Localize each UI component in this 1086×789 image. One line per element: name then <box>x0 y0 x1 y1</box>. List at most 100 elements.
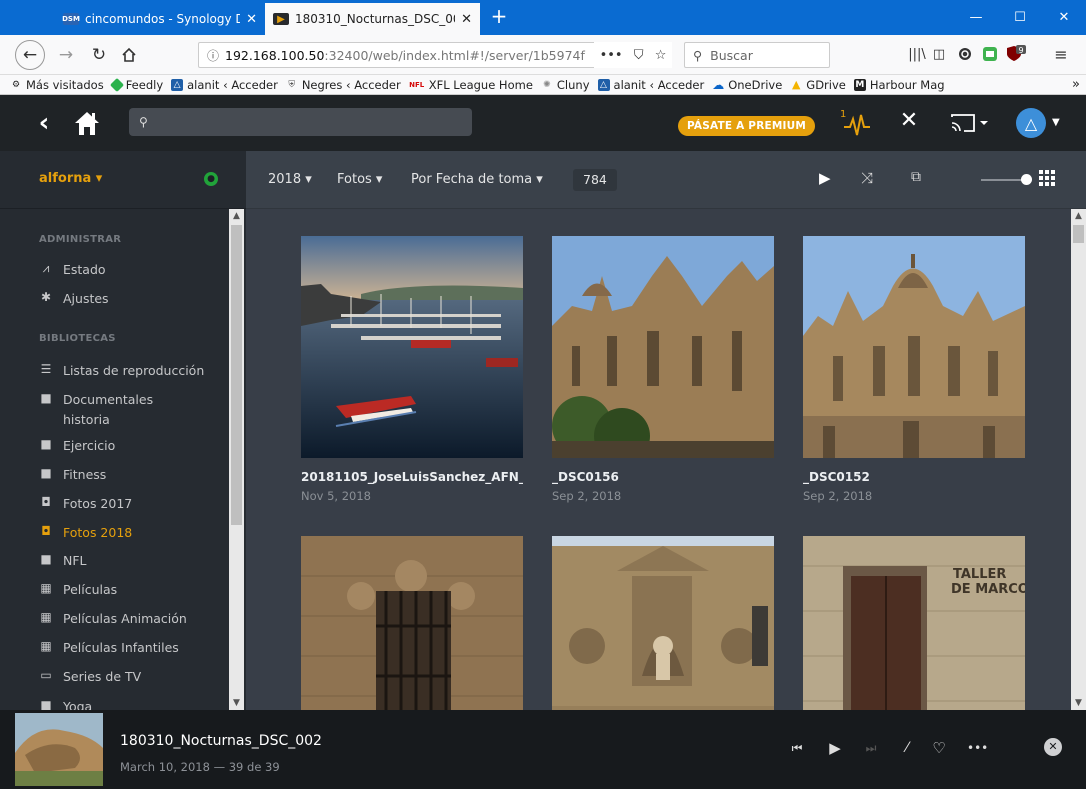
bookmark-gdrive[interactable]: ▲ GDrive <box>790 78 846 92</box>
scroll-up-icon[interactable]: ▲ <box>229 209 244 223</box>
previous-icon[interactable]: ⏮ <box>787 738 807 758</box>
sidebar-item-fitness[interactable]: ■ Fitness <box>39 465 224 485</box>
scroll-up-icon[interactable]: ▲ <box>1071 209 1086 223</box>
bookmark-harbour[interactable]: M Harbour Mag <box>853 78 945 92</box>
more-icon[interactable]: ••• <box>967 738 988 758</box>
sort-filter[interactable]: Por Fecha de toma ▾ <box>411 172 543 187</box>
sidebar-icon[interactable]: ◫ <box>928 43 950 65</box>
photo-thumbnail[interactable] <box>301 536 523 710</box>
photo-thumbnail[interactable] <box>552 536 774 710</box>
tab-synology[interactable]: DSM cincomundos - Synology DiskS ✕ <box>55 3 265 35</box>
menu-icon[interactable]: ≡ <box>1050 43 1072 65</box>
close-window-icon[interactable]: ✕ <box>1042 0 1086 35</box>
search-input[interactable]: ⚲ Buscar <box>684 42 830 68</box>
now-playing-thumbnail[interactable] <box>15 713 103 786</box>
bookmark-xfl[interactable]: NFL XFL League Home <box>409 78 533 92</box>
sidebar-item-peliculas-animacion[interactable]: ▦ Películas Animación <box>39 609 224 629</box>
minimize-icon[interactable]: — <box>954 0 998 35</box>
sidebar-item-ejercicio[interactable]: ■ Ejercicio <box>39 436 224 456</box>
user-avatar[interactable]: △ <box>1016 108 1046 138</box>
cluny-icon: ✺ <box>543 79 551 90</box>
photo-thumbnail[interactable] <box>301 236 523 458</box>
sidebar-item-peliculas-infantiles[interactable]: ▦ Películas Infantiles <box>39 638 224 658</box>
addon-c-icon[interactable] <box>954 43 976 65</box>
close-player-icon[interactable]: ✕ <box>1044 738 1062 756</box>
sidebar-item-listas[interactable]: ☰ Listas de reproducción <box>39 361 224 381</box>
photo-thumbnail[interactable] <box>552 236 774 458</box>
sidebar-item-estado[interactable]: ⩘ Estado <box>39 260 224 280</box>
home-button[interactable] <box>115 41 143 69</box>
photo-card[interactable] <box>301 536 523 710</box>
photo-card[interactable]: TALLER DE MARCO <box>803 536 1025 710</box>
server-name[interactable]: alforna ▾ <box>39 171 102 186</box>
photo-thumbnail[interactable] <box>803 236 1025 458</box>
sidebar-item-label: Fotos 2017 <box>63 496 133 511</box>
new-tab-button[interactable]: + <box>486 3 512 31</box>
library-icon[interactable]: |||\ <box>906 43 928 65</box>
sidebar-item-ajustes[interactable]: ✱ Ajustes <box>39 289 224 309</box>
home-icon[interactable] <box>72 109 102 137</box>
sidebar-item-fotos-2018[interactable]: ◘ Fotos 2018 <box>39 523 224 543</box>
info-icon[interactable]: ⓘ <box>207 47 219 64</box>
scrollbar-thumb[interactable] <box>231 225 242 525</box>
plex-search-field[interactable] <box>155 115 472 129</box>
photo-card[interactable]: _DSC0152 Sep 2, 2018 <box>803 236 1025 503</box>
go-premium-button[interactable]: PÁSATE A PREMIUM <box>678 116 815 136</box>
scrollbar-thumb[interactable] <box>1073 225 1084 243</box>
next-icon[interactable]: ⏭ <box>861 738 881 758</box>
bookmarks-overflow-icon[interactable]: » <box>1072 75 1080 94</box>
settings-wrench-icon[interactable]: ✕ <box>895 108 923 138</box>
play-icon[interactable]: ▶ <box>825 738 845 758</box>
ublock-icon[interactable]: 9 <box>1004 43 1026 65</box>
photo-card[interactable]: _DSC0156 Sep 2, 2018 <box>552 236 774 503</box>
bookmark-cluny[interactable]: ✺ Cluny <box>541 78 589 92</box>
play-all-icon[interactable]: ▶ <box>819 169 839 191</box>
bookmark-feedly[interactable]: Feedly <box>109 77 163 92</box>
page-actions-icon[interactable]: ••• <box>600 48 623 63</box>
bookmark-mas-visitados[interactable]: ⚙ Más visitados <box>10 78 104 92</box>
activity-button[interactable]: 1 <box>840 109 874 139</box>
close-tab-icon[interactable]: ✕ <box>461 12 472 27</box>
cast-button[interactable] <box>948 109 990 137</box>
bookmark-negres[interactable]: ⛨ Negres ‹ Acceder <box>286 78 400 92</box>
slideshow-icon[interactable]: ⧉ <box>911 169 931 191</box>
back-arrow-icon[interactable]: ‹ <box>30 109 58 137</box>
server-selector[interactable]: alforna ▾ ● <box>0 151 246 209</box>
sidebar-item-nfl[interactable]: ■ NFL <box>39 551 224 571</box>
close-tab-icon[interactable]: ✕ <box>246 12 257 27</box>
photo-card[interactable] <box>552 536 774 710</box>
chevron-down-icon[interactable]: ▼ <box>1052 117 1060 128</box>
maximize-icon[interactable]: ☐ <box>998 0 1042 35</box>
library-sidebar: alforna ▾ ● ADMINISTRAR ⩘ Estado ✱ Ajustes… <box>0 151 246 710</box>
sidebar-scrollbar[interactable]: ▲ ▼ <box>229 209 244 710</box>
edit-pencil-icon[interactable]: ⁄ <box>897 738 917 758</box>
year-filter[interactable]: 2018 ▾ <box>268 172 312 187</box>
bookmark-alanit[interactable]: △ alanit ‹ Acceder <box>171 78 278 92</box>
reload-button[interactable]: ↻ <box>85 41 113 69</box>
pocket-icon[interactable]: ⛉ <box>634 48 644 63</box>
content-scrollbar[interactable]: ▲ ▼ <box>1071 209 1086 710</box>
pulse-icon: ⩘ <box>42 261 50 275</box>
sidebar-item-fotos-2017[interactable]: ◘ Fotos 2017 <box>39 494 224 514</box>
sidebar-item-yoga[interactable]: ■ Yoga <box>39 697 224 710</box>
photo-card[interactable]: 20181105_JoseLuisSanchez_AFN__D... Nov 5… <box>301 236 523 503</box>
type-filter[interactable]: Fotos ▾ <box>337 172 382 187</box>
plex-search-input[interactable]: ⚲ <box>129 108 472 136</box>
sidebar-item-documentales[interactable]: ■ Documentales historia <box>39 390 189 430</box>
sidebar-item-peliculas[interactable]: ▦ Películas <box>39 580 224 600</box>
photo-thumbnail[interactable]: TALLER DE MARCO <box>803 536 1025 710</box>
back-button[interactable]: ← <box>15 40 45 70</box>
forward-button[interactable]: → <box>52 41 80 69</box>
sidebar-item-series[interactable]: ▭ Series de TV <box>39 667 224 687</box>
heart-icon[interactable]: ♡ <box>929 738 949 758</box>
bookmark-star-icon[interactable]: ☆ <box>655 48 667 63</box>
tab-plex[interactable]: ▶ 180310_Nocturnas_DSC_0029 ✕ <box>265 3 480 35</box>
bookmark-onedrive[interactable]: ☁ OneDrive <box>712 78 782 92</box>
scroll-down-icon[interactable]: ▼ <box>1071 696 1086 710</box>
zoom-slider-knob[interactable] <box>1021 174 1032 185</box>
shuffle-icon[interactable]: ⤨ <box>861 169 885 191</box>
scroll-down-icon[interactable]: ▼ <box>229 696 244 710</box>
grid-view-icon[interactable] <box>1039 170 1055 186</box>
addon-print-icon[interactable] <box>979 43 1001 65</box>
bookmark-alanit-2[interactable]: △ alanit ‹ Acceder <box>597 78 704 92</box>
